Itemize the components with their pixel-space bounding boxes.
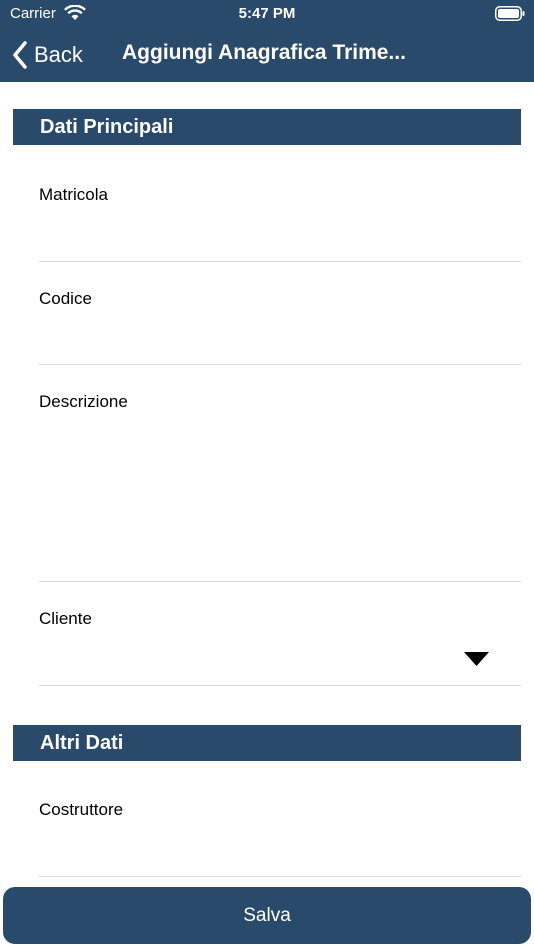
divider: [39, 581, 521, 582]
battery-icon: [495, 6, 525, 26]
cliente-field: Cliente: [39, 609, 521, 687]
page-title: Aggiungi Anagrafica Trime...: [122, 41, 406, 64]
codice-input[interactable]: [39, 321, 521, 361]
codice-field: Codice: [39, 289, 521, 366]
chevron-left-icon: [13, 41, 27, 69]
matricola-label: Matricola: [39, 185, 108, 204]
back-button[interactable]: Back: [12, 38, 83, 72]
divider: [39, 364, 521, 365]
divider: [39, 876, 521, 877]
divider: [39, 261, 521, 262]
costruttore-input[interactable]: [39, 832, 521, 872]
nav-row: Back Aggiungi Anagrafica Trime...: [0, 38, 534, 72]
section-header-main: Dati Principali: [13, 109, 521, 145]
codice-label: Codice: [39, 289, 92, 308]
cliente-select[interactable]: [39, 641, 521, 681]
descrizione-label: Descrizione: [39, 392, 128, 411]
back-label: Back: [34, 42, 83, 67]
status-bar: Carrier 5:47 PM: [0, 0, 534, 28]
divider: [39, 685, 521, 686]
section-header-other: Altri Dati: [13, 725, 521, 761]
matricola-input[interactable]: [39, 217, 521, 257]
navigation-bar: Carrier 5:47 PM Back Aggiungi Anagrafica…: [0, 0, 534, 82]
descrizione-textarea[interactable]: [39, 424, 521, 574]
costruttore-label: Costruttore: [39, 800, 124, 819]
costruttore-field: Costruttore: [39, 800, 521, 878]
save-button[interactable]: Salva: [3, 887, 531, 944]
matricola-field: Matricola: [39, 185, 521, 262]
cliente-label: Cliente: [39, 609, 92, 628]
descrizione-field: Descrizione: [39, 392, 521, 583]
dropdown-arrow-icon[interactable]: [464, 652, 489, 666]
clock-label: 5:47 PM: [238, 5, 296, 22]
